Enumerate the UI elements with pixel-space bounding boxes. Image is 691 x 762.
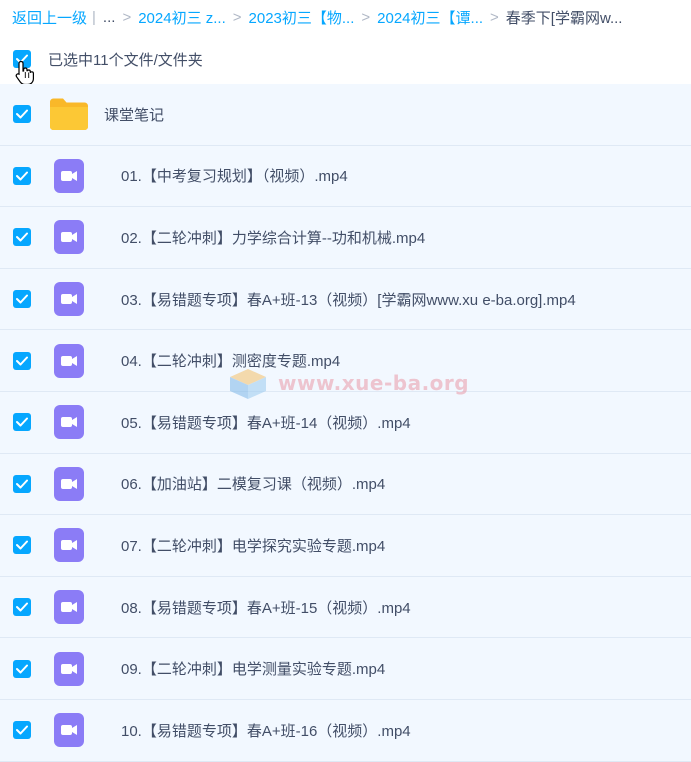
back-link[interactable]: 返回上一级 <box>12 7 87 28</box>
file-row-video[interactable]: 03.【易错题专项】春A+班-13（视频）[学霸网www.xu e-ba.org… <box>0 268 691 331</box>
checkbox-checked-icon <box>16 356 28 366</box>
file-row-video[interactable]: 02.【二轮冲刺】力学综合计算--功和机械.mp4 <box>0 207 691 269</box>
file-row-video[interactable]: 01.【中考复习规划】（视频）.mp4 <box>0 145 691 208</box>
video-file-icon <box>49 649 89 689</box>
file-name[interactable]: 05.【易错题专项】春A+班-14（视频）.mp4 <box>121 412 411 433</box>
video-file-icon <box>49 587 89 627</box>
selection-bar: 已选中11个文件/文件夹 <box>0 34 691 84</box>
file-name[interactable]: 04.【二轮冲刺】测密度专题.mp4 <box>121 350 340 371</box>
breadcrumb-item[interactable]: 2024初三 z... <box>138 7 226 28</box>
checkbox-checked-icon <box>16 540 28 550</box>
chevron-right-icon: > <box>361 8 371 26</box>
file-row-video[interactable]: 10.【易错题专项】春A+班-16（视频）.mp4 <box>0 699 691 762</box>
row-checkbox[interactable] <box>13 598 31 617</box>
file-row-video[interactable]: 08.【易错题专项】春A+班-15（视频）.mp4 <box>0 576 691 639</box>
file-row-folder[interactable]: 课堂笔记 <box>0 84 691 146</box>
row-checkbox[interactable] <box>13 474 31 493</box>
file-row-video[interactable]: 06.【加油站】二模复习课（视频）.mp4 <box>0 453 691 516</box>
file-row-video[interactable]: 07.【二轮冲刺】电学探究实验专题.mp4 <box>0 515 691 577</box>
file-name[interactable]: 03.【易错题专项】春A+班-13（视频）[学霸网www.xu e-ba.org… <box>121 289 576 310</box>
file-name[interactable]: 02.【二轮冲刺】力学综合计算--功和机械.mp4 <box>121 227 425 248</box>
file-row-video[interactable]: 09.【二轮冲刺】电学测量实验专题.mp4 <box>0 638 691 700</box>
row-checkbox[interactable] <box>13 290 31 309</box>
breadcrumb-item[interactable]: 2024初三【谭... <box>377 7 483 28</box>
chevron-right-icon: > <box>232 8 242 26</box>
checkbox-checked-icon <box>16 109 28 119</box>
breadcrumb: 返回上一级 | ... > 2024初三 z... > 2023初三【物... … <box>0 0 691 34</box>
video-file-icon <box>49 464 89 504</box>
chevron-right-icon: > <box>122 8 132 26</box>
row-checkbox[interactable] <box>13 105 31 124</box>
checkbox-checked-icon <box>16 664 28 674</box>
breadcrumb-ellipsis[interactable]: ... <box>103 9 116 26</box>
file-row-video[interactable]: 04.【二轮冲刺】测密度专题.mp4 <box>0 330 691 392</box>
file-name[interactable]: 08.【易错题专项】春A+班-15（视频）.mp4 <box>121 597 411 618</box>
checkbox-checked-icon <box>16 294 28 304</box>
checkbox-checked-icon <box>16 232 28 242</box>
row-checkbox[interactable] <box>13 351 31 370</box>
folder-icon <box>49 94 89 134</box>
row-checkbox[interactable] <box>13 413 31 432</box>
file-name[interactable]: 09.【二轮冲刺】电学测量实验专题.mp4 <box>121 658 385 679</box>
breadcrumb-current: 春季下[学霸网w... <box>505 9 623 27</box>
file-name[interactable]: 课堂笔记 <box>104 104 164 125</box>
checkbox-checked-icon <box>16 171 28 181</box>
row-checkbox[interactable] <box>13 228 31 247</box>
file-name[interactable]: 10.【易错题专项】春A+班-16（视频）.mp4 <box>121 720 411 741</box>
checkbox-checked-icon <box>16 725 28 735</box>
video-file-icon <box>49 279 89 319</box>
video-file-icon <box>49 217 89 257</box>
video-file-icon <box>49 402 89 442</box>
row-checkbox[interactable] <box>13 166 31 185</box>
row-checkbox[interactable] <box>13 721 31 740</box>
checkbox-checked-icon <box>16 417 28 427</box>
breadcrumb-item[interactable]: 2023初三【物... <box>249 7 355 28</box>
file-name[interactable]: 01.【中考复习规划】（视频）.mp4 <box>121 165 348 186</box>
breadcrumb-separator: | <box>92 8 96 26</box>
video-file-icon <box>49 710 89 750</box>
file-row-video[interactable]: 05.【易错题专项】春A+班-14（视频）.mp4 <box>0 391 691 454</box>
checkbox-checked-icon <box>16 602 28 612</box>
selection-count: 已选中11个文件/文件夹 <box>48 51 203 69</box>
row-checkbox[interactable] <box>13 659 31 678</box>
hand-pointer-icon <box>15 60 34 86</box>
video-file-icon <box>49 156 89 196</box>
row-checkbox[interactable] <box>13 536 31 555</box>
video-file-icon <box>49 525 89 565</box>
file-name[interactable]: 07.【二轮冲刺】电学探究实验专题.mp4 <box>121 535 385 556</box>
chevron-right-icon: > <box>490 8 499 26</box>
checkbox-checked-icon <box>16 479 28 489</box>
video-file-icon <box>49 341 89 381</box>
file-name[interactable]: 06.【加油站】二模复习课（视频）.mp4 <box>121 473 385 494</box>
file-list: 课堂笔记 01.【中考复习规划】（视频）.mp4 02.【二轮冲刺】力学综合计算… <box>0 84 691 762</box>
